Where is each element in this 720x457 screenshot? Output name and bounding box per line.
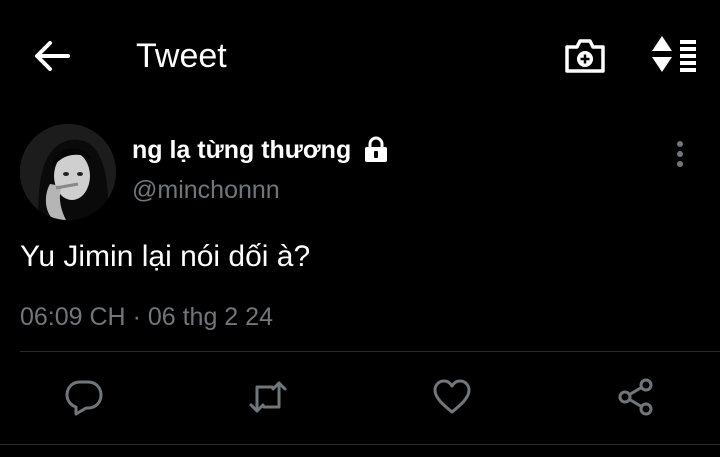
sort-list-icon: [652, 36, 696, 72]
retweet-button[interactable]: [248, 378, 288, 416]
username[interactable]: @minchonnn: [132, 174, 280, 206]
share-icon: [618, 378, 653, 416]
tweet-time: 06:09 CH: [20, 303, 126, 331]
more-options-button[interactable]: [664, 138, 696, 172]
sort-button[interactable]: [646, 34, 702, 78]
share-button[interactable]: [616, 378, 656, 416]
tweet-timestamp: 06:09 CH · 06 thg 2 24: [20, 300, 273, 334]
bottom-divider: [0, 444, 720, 445]
reply-button[interactable]: [64, 378, 104, 416]
camera-add-icon: [565, 39, 605, 73]
like-button[interactable]: [432, 378, 472, 416]
retweet-icon: [249, 381, 287, 413]
timestamp-separator: ·: [132, 303, 141, 331]
lock-icon: [363, 136, 389, 164]
page-title: Tweet: [136, 37, 227, 75]
camera-button[interactable]: [562, 36, 608, 76]
avatar-image: [20, 124, 116, 220]
back-button[interactable]: [28, 36, 72, 76]
display-name[interactable]: ng lạ từng thương: [132, 135, 351, 165]
arrow-left-icon: [35, 41, 70, 71]
author-name-row[interactable]: ng lạ từng thương: [132, 134, 389, 166]
more-vertical-icon: [677, 141, 683, 167]
tweet-text: Yu Jimin lại nói dối à?: [20, 240, 311, 273]
reply-icon: [65, 380, 103, 416]
tweet-date: 06 thg 2 24: [147, 303, 273, 331]
divider: [20, 351, 720, 352]
avatar[interactable]: [20, 124, 116, 220]
heart-icon: [433, 379, 471, 414]
